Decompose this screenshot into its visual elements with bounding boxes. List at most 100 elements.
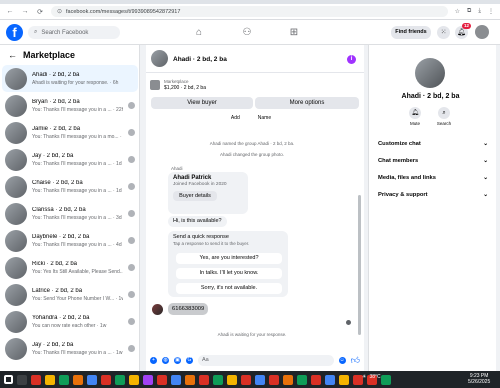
read-receipt-avatar (128, 129, 135, 136)
taskbar-app-icon[interactable] (213, 374, 223, 385)
taskbar-app-icon[interactable] (87, 374, 97, 385)
reload-icon[interactable]: ⟳ (36, 8, 44, 16)
download-icon[interactable]: ⤓ (478, 8, 481, 15)
taskbar-app-icon[interactable] (381, 374, 391, 385)
taskbar-app-icon[interactable] (297, 374, 307, 385)
taskbar-app-icon[interactable] (311, 374, 321, 385)
phone-number-message[interactable]: 6166383009 (168, 303, 209, 315)
like-icon[interactable]: 👍︎ (351, 355, 360, 366)
taskbar-app-icon[interactable] (59, 374, 69, 385)
view-buyer-button[interactable]: View buyer (151, 97, 253, 109)
name-shortcut[interactable]: Name (258, 115, 271, 121)
friends-nav-icon[interactable]: ⚇ (240, 26, 254, 40)
address-bar[interactable]: ⊙ facebook.com/messages/t/99390895428729… (51, 6, 448, 17)
taskbar-app-icon[interactable] (129, 374, 139, 385)
taskbar-app-icon[interactable] (45, 374, 55, 385)
read-receipt-avatar (346, 320, 351, 325)
conversation-item[interactable]: Clarissa · 2 bd, 2 ba You: Thanks I'll me… (2, 200, 138, 227)
taskbar-app-icon[interactable] (17, 374, 27, 385)
conversation-item[interactable]: Chaise · 2 bd, 2 ba You: Thanks I'll mess… (2, 173, 138, 200)
plus-icon[interactable]: + (150, 357, 157, 364)
conversation-item[interactable]: Bryan · 2 bd, 2 ba You: Thanks I'll messa… (2, 92, 138, 119)
image-icon[interactable]: ▣ (174, 357, 181, 364)
chat-info-icon[interactable]: i (347, 55, 356, 64)
taskbar-app-icon[interactable] (283, 374, 293, 385)
chat-members-section[interactable]: Chat members ⌄ (378, 158, 488, 164)
conversation-preview: You: Thanks I'll message you in a ... · … (32, 214, 122, 221)
conversation-item[interactable]: Daybriele · 2 bd, 2 ba You: Thanks I'll m… (2, 227, 138, 254)
taskbar-apps (0, 374, 391, 385)
profile-avatar[interactable] (475, 25, 489, 39)
quick-response-not-available[interactable]: Sorry, it's not available. (176, 283, 282, 294)
conversation-item[interactable]: Ricki · 2 bd, 2 ba You: Yes Its Still Ava… (2, 254, 138, 281)
url-text: facebook.com/messages/t/9939089542872917 (66, 8, 181, 15)
site-info-icon[interactable]: ⊙ (57, 8, 62, 15)
message-input[interactable]: Aa (198, 355, 334, 366)
taskbar-weather[interactable]: ☀ 38°C (362, 374, 381, 380)
more-options-button[interactable]: More options (255, 97, 359, 109)
quick-response-in-talks[interactable]: In talks. I'll let you know. (176, 268, 282, 279)
taskbar-app-icon[interactable] (241, 374, 251, 385)
conversation-avatar (5, 121, 27, 144)
buyer-joined: Joined Facebook in 2020 (173, 182, 227, 187)
taskbar-app-icon[interactable] (101, 374, 111, 385)
gif-icon[interactable]: G (186, 357, 193, 364)
customize-chat-section[interactable]: Customize chat ⌄ (378, 141, 488, 147)
conversation-item[interactable]: Jay · 2 bd, 2 ba You: Thanks I'll message… (2, 146, 138, 173)
emoji-icon[interactable]: ☺ (338, 357, 346, 364)
taskbar-app-icon[interactable] (157, 374, 167, 385)
taskbar-app-icon[interactable] (115, 374, 125, 385)
mute-button[interactable]: 🔔︎ Mute (405, 107, 425, 126)
browser-menu-icon[interactable]: ⋮ (488, 8, 494, 15)
conversation-avatar (5, 283, 27, 306)
chat-avatar[interactable] (151, 50, 168, 67)
privacy-support-section[interactable]: Privacy & support ⌄ (378, 192, 488, 198)
conversation-item[interactable]: Ahadi · 2 bd, 2 ba Ahadi is waiting for y… (2, 65, 138, 92)
add-shortcut[interactable]: Add (231, 115, 240, 121)
buyer-details-button[interactable]: Buyer details (173, 191, 217, 201)
star-icon[interactable]: ☆ (455, 8, 460, 15)
taskbar-app-icon[interactable] (269, 374, 279, 385)
taskbar-app-icon[interactable] (325, 374, 335, 385)
taskbar-clock[interactable]: 9:23 PM 5/26/2025 (468, 373, 490, 385)
marketplace-nav-icon[interactable]: ⊞ (287, 26, 301, 40)
conversation-title: Jamie · 2 bd, 2 ba (32, 125, 81, 132)
listing-summary[interactable]: Marketplace $1,200 · 2 bd, 2 ba (150, 77, 360, 93)
chat-scrollbar[interactable] (358, 195, 361, 335)
home-nav-icon[interactable]: ⌂ (192, 26, 206, 40)
back-arrow-icon[interactable]: ← (8, 50, 17, 60)
find-friends-button[interactable]: Find friends (391, 26, 431, 39)
taskbar-app-icon[interactable] (171, 374, 181, 385)
forward-icon[interactable]: → (21, 8, 29, 15)
taskbar-app-icon[interactable] (255, 374, 265, 385)
menu-grid-icon[interactable]: ⁙ (437, 26, 450, 39)
taskbar-app-icon[interactable] (143, 374, 153, 385)
media-files-section[interactable]: Media, files and links ⌄ (378, 175, 488, 181)
back-icon[interactable]: ← (6, 8, 14, 15)
taskbar-app-icon[interactable] (199, 374, 209, 385)
chevron-down-icon: ⌄ (483, 158, 488, 164)
conversation-avatar (5, 148, 27, 171)
extension-icon[interactable]: ⧉ (467, 8, 471, 15)
sun-icon: ☀ (362, 374, 367, 380)
sticker-icon[interactable]: ◍ (162, 357, 169, 364)
facebook-logo[interactable]: f (6, 24, 23, 41)
conversation-item[interactable]: Yohandra · 2 bd, 2 ba You can now rate ea… (2, 308, 138, 335)
taskbar-app-icon[interactable] (31, 374, 41, 385)
taskbar-app-icon[interactable] (339, 374, 349, 385)
buyer-intro-card: Ahadi Patrick Joined Facebook in 2020 Bu… (168, 172, 248, 214)
search-placeholder: Search Facebook (41, 29, 89, 36)
search-conversation-button[interactable]: ⌕ Search (434, 107, 454, 126)
quick-response-card: Send a quick response Tap a response to … (168, 231, 288, 297)
quick-response-yes[interactable]: Yes, are you interested? (176, 253, 282, 264)
taskbar-app-icon[interactable] (227, 374, 237, 385)
taskbar-app-icon[interactable] (185, 374, 195, 385)
conversation-item[interactable]: Jay · 2 bd, 2 ba You: Thanks I'll message… (2, 335, 138, 362)
windows-start-icon[interactable] (4, 374, 13, 384)
conversation-preview: You: Yes Its Still Available, Please Sen… (32, 268, 123, 275)
conversation-item[interactable]: Latrice · 2 bd, 2 ba You: Send Your Phone… (2, 281, 138, 308)
taskbar-app-icon[interactable] (73, 374, 83, 385)
conversation-item[interactable]: Jamie · 2 bd, 2 ba You: Thanks I'll messa… (2, 119, 138, 146)
chat-title[interactable]: Ahadi · 2 bd, 2 ba (173, 56, 227, 63)
facebook-search-input[interactable]: ⌕ Search Facebook (28, 26, 120, 39)
